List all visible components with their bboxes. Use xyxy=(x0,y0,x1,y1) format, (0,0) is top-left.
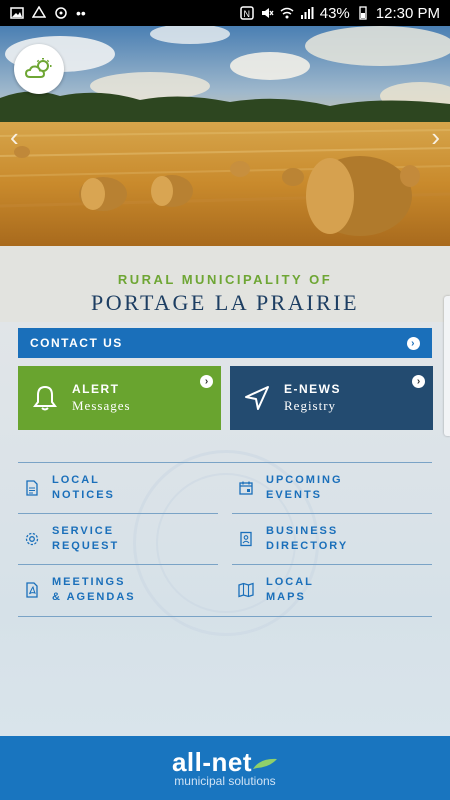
hero-banner[interactable]: ‹ › xyxy=(0,26,450,246)
bell-icon xyxy=(33,385,57,411)
sync-icon xyxy=(55,7,67,19)
menu-label-line1: MEETINGS xyxy=(52,576,126,588)
menu-label-line2: NOTICES xyxy=(52,489,115,501)
drive-icon xyxy=(32,6,46,18)
battery-percent: 43% xyxy=(319,4,350,22)
signal-icon xyxy=(300,7,314,19)
brand-name: all-net xyxy=(171,747,253,777)
menu-label-line2: EVENTS xyxy=(266,489,323,501)
partly-cloudy-icon xyxy=(24,58,52,78)
upcoming-events-button[interactable]: UPCOMING EVENTS xyxy=(232,463,432,513)
document-icon xyxy=(26,480,38,496)
hay-field-image xyxy=(0,26,450,246)
enews-registry-button[interactable]: E-NEWS Registry › xyxy=(230,366,433,430)
menu-label-line1: LOCAL xyxy=(52,474,100,486)
leaf-icon xyxy=(253,758,278,769)
wifi-icon xyxy=(280,7,294,19)
menu-label-line2: REQUEST xyxy=(52,540,120,552)
chevron-right-icon: › xyxy=(200,375,213,388)
contact-us-label: CONTACT US xyxy=(30,336,123,350)
chevron-right-icon[interactable]: › xyxy=(431,122,440,153)
chevron-left-icon[interactable]: ‹ xyxy=(10,122,19,153)
local-maps-button[interactable]: LOCAL MAPS xyxy=(232,565,432,615)
alert-messages-button[interactable]: ALERT Messages › xyxy=(18,366,221,430)
more-dots-icon: •• xyxy=(76,5,86,21)
map-icon xyxy=(238,582,254,598)
nfc-icon: N xyxy=(240,6,254,20)
alert-title: ALERT xyxy=(72,382,120,396)
contact-us-button[interactable]: CONTACT US › xyxy=(18,328,432,358)
meetings-agendas-button[interactable]: MEETINGS & AGENDAS xyxy=(18,565,218,615)
municipality-header: RURAL MUNICIPALITY OF PORTAGE LA PRAIRIE xyxy=(0,246,450,322)
business-directory-button[interactable]: BUSINESS DIRECTORY xyxy=(232,514,432,564)
alert-subtitle: Messages xyxy=(72,398,131,413)
svg-text:N: N xyxy=(243,9,250,19)
calendar-icon xyxy=(239,481,253,495)
divider xyxy=(18,616,432,617)
brand-tagline: municipal solutions xyxy=(174,774,276,788)
scroll-handle[interactable] xyxy=(444,296,450,436)
local-notices-button[interactable]: LOCAL NOTICES xyxy=(18,463,218,513)
pdf-icon xyxy=(26,582,38,598)
status-bar: •• N 43% 12:30 PM xyxy=(0,0,450,26)
menu-label-line1: UPCOMING xyxy=(266,474,343,486)
service-request-button[interactable]: SERVICE REQUEST xyxy=(18,514,218,564)
page-subtitle: RURAL MUNICIPALITY OF xyxy=(117,272,333,287)
gear-icon xyxy=(25,532,39,546)
brand-logo: all-net xyxy=(0,748,450,776)
menu-label-line2: & AGENDAS xyxy=(52,591,136,603)
enews-title: E-NEWS xyxy=(284,382,341,396)
enews-subtitle: Registry xyxy=(284,398,337,413)
contact-book-icon xyxy=(240,531,252,547)
clock: 12:30 PM xyxy=(375,4,440,22)
battery-icon xyxy=(359,6,367,20)
menu-label-line2: DIRECTORY xyxy=(266,540,349,552)
chevron-right-icon: › xyxy=(407,336,420,350)
chevron-right-icon: › xyxy=(412,375,425,388)
navigation-arrow-icon xyxy=(245,386,269,410)
mute-icon xyxy=(261,8,274,18)
footer: all-net municipal solutions xyxy=(0,736,450,800)
weather-button[interactable] xyxy=(14,44,64,94)
page-title: PORTAGE LA PRAIRIE xyxy=(90,290,360,315)
menu-label-line1: SERVICE xyxy=(52,525,115,537)
menu-label-line1: BUSINESS xyxy=(266,525,339,537)
menu-label-line2: MAPS xyxy=(266,591,306,603)
image-icon xyxy=(10,7,24,19)
menu-label-line1: LOCAL xyxy=(266,576,314,588)
